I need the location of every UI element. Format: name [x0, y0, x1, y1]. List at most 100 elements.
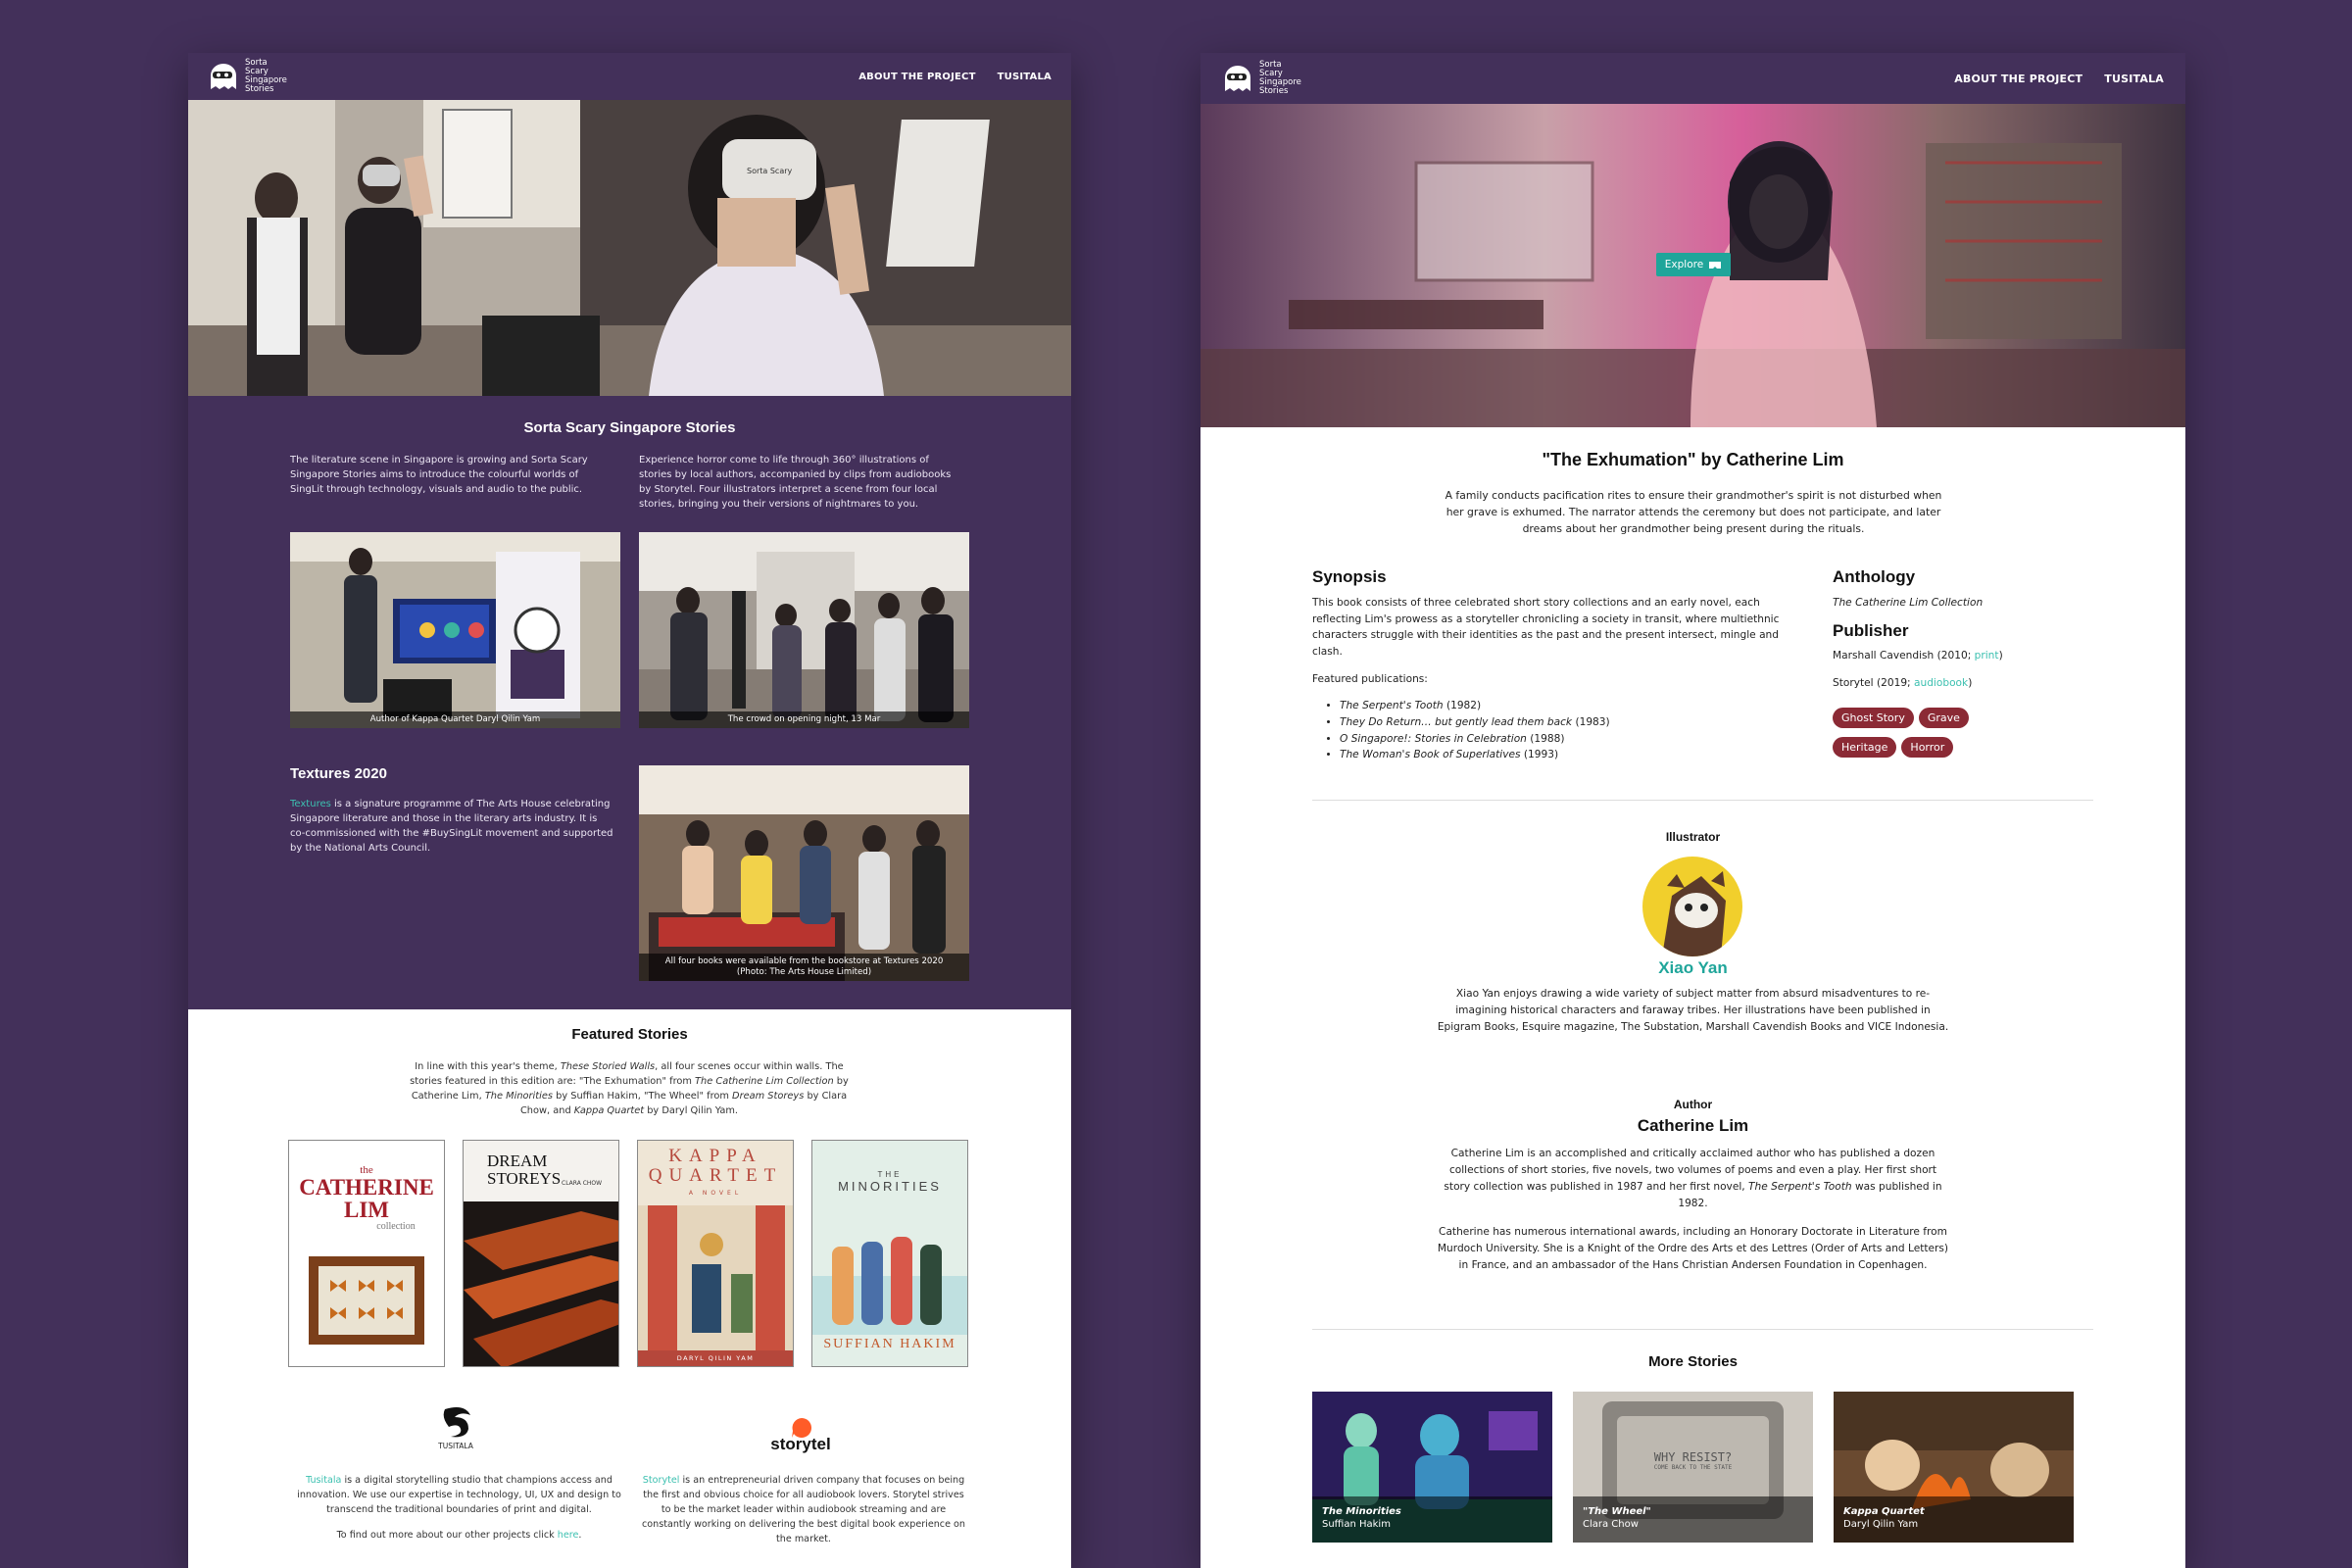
tusitala-logo-icon [443, 1407, 470, 1438]
more-story-card-the-wheel[interactable]: WHY RESIST? COME BACK TO THE STATE "The … [1573, 1392, 1813, 1543]
story-title: Kappa Quartet [1843, 1506, 1925, 1517]
story-author: Daryl Qilin Yam [1843, 1519, 1919, 1530]
synopsis-body: This book consists of three celebrated s… [1312, 597, 1780, 658]
author-label: Author [1673, 1098, 1713, 1111]
photo-caption: The crowd on opening night, 13 Mar [639, 711, 969, 728]
cover-author: CLARA CHOW [562, 1180, 603, 1187]
more-stories-title: More Stories [1648, 1353, 1738, 1370]
tag-horror[interactable]: Horror [1901, 737, 1954, 758]
vr-headset-icon [1709, 261, 1722, 269]
publisher-audiobook: Storytel (2019; audiobook) [1833, 677, 1973, 689]
tusitala-more-text: To find out more about our other project… [336, 1530, 582, 1541]
more-story-card-minorities[interactable]: The Minorities Suffian Hakim [1312, 1392, 1552, 1543]
story-summary: A family conducts pacification rites to … [1445, 489, 1942, 535]
tusitala-link[interactable]: Tusitala [306, 1475, 341, 1486]
more-story-card-kappa-quartet[interactable]: Kappa Quartet Daryl Qilin Yam [1834, 1392, 2074, 1543]
nav-tusitala-link[interactable]: TUSITALA [998, 72, 1052, 82]
story-author: Clara Chow [1583, 1519, 1639, 1530]
featured-publications-label: Featured publications: [1312, 673, 1428, 685]
bookstore-photo-image [639, 765, 969, 981]
print-link[interactable]: print [1975, 650, 1999, 662]
cover-text: A NOVEL [688, 1190, 743, 1197]
hero-vr-photo: Sorta Scary [188, 100, 1071, 396]
butterfly-frame-image [309, 1256, 424, 1345]
cover-title: DREAM [487, 1152, 548, 1170]
logo-text: Sorta Scary Singapore Stories [245, 58, 287, 94]
screen-text: WHY RESIST? [1653, 1450, 1733, 1464]
photo-caption: Author of Kappa Quartet Daryl Qilin Yam [290, 711, 620, 728]
publication-item: The Woman's Book of Superlatives (1993) [1340, 747, 1810, 763]
illustrator-name[interactable]: Xiao Yan [1200, 958, 2185, 978]
publisher-heading: Publisher [1833, 621, 1909, 640]
textures-link[interactable]: Textures [290, 799, 331, 809]
photo-opening-night: The crowd on opening night, 13 Mar [639, 532, 969, 728]
svg-text:Sorta Scary: Sorta Scary [747, 167, 793, 175]
book-cover-kappa-quartet[interactable]: KAPPA QUARTET A NOVEL DARYL QILIN YAM [637, 1140, 794, 1367]
story-author: Suffian Hakim [1322, 1519, 1391, 1530]
nav-tusitala-link[interactable]: TUSITALA [2104, 73, 2164, 85]
cover-title: STOREYS [487, 1169, 562, 1188]
friends-illustration-image [812, 1237, 967, 1335]
textures-title: Textures 2020 [290, 765, 387, 782]
publication-item: The Serpent's Tooth (1982) [1340, 698, 1810, 714]
author-bio-1: Catherine Lim is an accomplished and cri… [1444, 1148, 1942, 1209]
ghost-logo-icon [211, 64, 236, 89]
cover-text: collection [376, 1221, 416, 1232]
explore-button[interactable]: Explore [1656, 253, 1731, 276]
publication-item: O Singapore!: Stories in Celebration (19… [1340, 731, 1810, 748]
illustrator-bio: Xiao Yan enjoys drawing a wide variety o… [1437, 988, 1949, 1033]
tusitala-here-link[interactable]: here [558, 1530, 579, 1541]
storytel-logo-text: storytel [770, 1435, 831, 1453]
storytel-description: Storytel is an entrepreneurial driven co… [641, 1475, 965, 1544]
story-title: The Minorities [1322, 1506, 1401, 1517]
audiobook-link[interactable]: audiobook [1914, 677, 1968, 689]
tag-heritage[interactable]: Heritage [1833, 737, 1897, 758]
storytel-link[interactable]: Storytel [643, 1475, 680, 1486]
cover-text: THE [877, 1170, 903, 1179]
cover-title: MINORITIES [838, 1179, 942, 1194]
site-logo[interactable]: Sorta Scary Singapore Stories [1222, 61, 1301, 96]
story-title: "The Exhumation" by Catherine Lim [1542, 450, 1844, 469]
illustrator-label: Illustrator [1665, 830, 1721, 844]
book-cover-catherine-lim[interactable]: the CATHERINE LIM collection [288, 1140, 445, 1367]
ghost-logo-icon [1225, 66, 1250, 91]
book-cover-dream-storeys[interactable]: DREAM STOREYS CLARA CHOW [463, 1140, 619, 1367]
cover-author: DARYL QILIN YAM [638, 1350, 793, 1366]
photo-author-kappa: Author of Kappa Quartet Daryl Qilin Yam [290, 532, 620, 728]
textures-text: Textures is a signature programme of The… [290, 799, 613, 854]
story-page-screenshot: Sorta Scary Singapore Stories ABOUT THE PRO… [1200, 53, 2185, 1568]
tusitala-logo-text: TUSITALA [438, 1442, 473, 1450]
site-logo[interactable]: Sorta Scary Singapore Stories [208, 59, 287, 94]
author-bio-2: Catherine has numerous international awa… [1437, 1226, 1949, 1271]
tag-ghost-story[interactable]: Ghost Story [1833, 708, 1914, 728]
tag-list: Ghost Story Grave Heritage Horror [1833, 707, 2029, 765]
logo-text: Sorta Scary Singapore Stories [1259, 60, 1301, 96]
nav-about-link[interactable]: ABOUT THE PROJECT [1954, 73, 2082, 85]
anthology-heading: Anthology [1833, 567, 1916, 586]
crowd-photo-image [639, 532, 969, 728]
story-title: "The Wheel" [1583, 1506, 1651, 1517]
cover-title: KAPPA [668, 1146, 762, 1166]
cover-title: QUARTET [648, 1165, 783, 1186]
tusitala-description: Tusitala is a digital storytelling studi… [297, 1475, 621, 1515]
photo-caption: All four books were available from the b… [639, 954, 969, 981]
staircase-image [464, 1211, 618, 1366]
story-caption: "The Wheel" Clara Chow [1573, 1496, 1813, 1543]
intro-text-col2: Experience horror come to life through 3… [639, 455, 952, 510]
divider [1312, 1329, 2093, 1330]
featured-text: In line with this year's theme, These St… [410, 1061, 849, 1116]
publisher-print: Marshall Cavendish (2010; print) [1833, 650, 2003, 662]
top-nav: Sorta Scary Singapore Stories ABOUT THE PRO… [1200, 53, 2185, 104]
book-cover-the-minorities[interactable]: THE MINORITIES SUFFIAN HAKIM [811, 1140, 968, 1367]
intro-text-col1: The literature scene in Singapore is gro… [290, 455, 588, 495]
story-caption: Kappa Quartet Daryl Qilin Yam [1834, 1496, 2074, 1543]
intro-title: Sorta Scary Singapore Stories [523, 419, 736, 436]
story-caption: The Minorities Suffian Hakim [1312, 1496, 1552, 1543]
landing-page-screenshot: Sorta Scary Singapore Stories ABOUT THE PRO… [188, 53, 1071, 1568]
nav-about-link[interactable]: ABOUT THE PROJECT [858, 72, 975, 82]
divider [1312, 800, 2093, 801]
top-nav: Sorta Scary Singapore Stories ABOUT THE PRO… [188, 53, 1071, 100]
photo-bookstore: All four books were available from the b… [639, 765, 969, 981]
tag-grave[interactable]: Grave [1918, 708, 1969, 728]
synopsis-heading: Synopsis [1312, 567, 1387, 586]
